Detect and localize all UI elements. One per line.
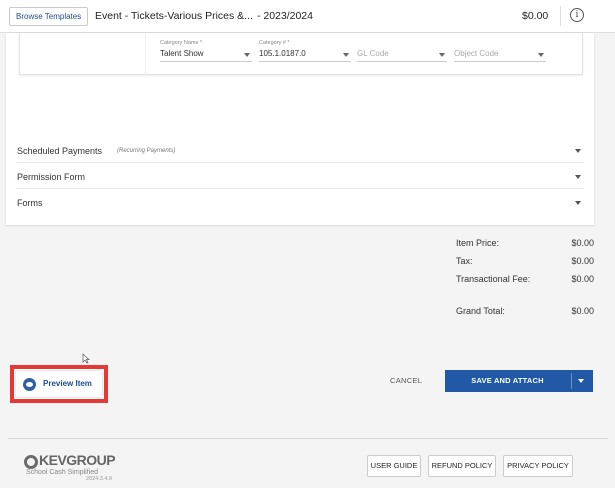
chevron-down-icon[interactable] [578, 379, 584, 383]
logo-tagline: School Cash Simplified [26, 469, 98, 476]
object-code-select[interactable]: Object Code [454, 48, 546, 62]
chevron-down-icon [343, 53, 349, 57]
section-forms[interactable]: Forms [17, 194, 581, 214]
split-divider [571, 373, 572, 389]
chevron-down-icon [575, 149, 581, 153]
grand-total-label: Grand Total: [456, 306, 505, 316]
divider [17, 162, 584, 163]
item-price-label: Item Price: [456, 238, 500, 248]
item-details-card: Category Name * Talent Show Category # *… [6, 33, 594, 225]
chevron-down-icon [575, 201, 581, 205]
preview-highlight-box: Preview Item [10, 365, 108, 403]
gl-code-select[interactable]: GL Code [357, 48, 447, 62]
account-codes-spacer [20, 33, 146, 75]
item-price-value: $0.00 [571, 238, 594, 248]
grand-total-value: $0.00 [571, 306, 594, 316]
tax-label: Tax: [456, 256, 473, 266]
browse-templates-button[interactable]: Browse Templates [9, 7, 89, 26]
category-name-label: Category Name * [160, 40, 203, 46]
save-and-attach-label: SAVE AND ATTACH [471, 376, 544, 385]
refund-policy-link[interactable]: REFUND POLICY [428, 455, 496, 477]
fee-label: Transactional Fee: [456, 274, 531, 284]
chevron-down-icon [439, 53, 445, 57]
fee-value: $0.00 [571, 274, 594, 284]
school-year: - 2023/2024 [256, 10, 313, 22]
mouse-cursor-icon [82, 353, 90, 364]
cursor-arrow-icon [82, 353, 90, 364]
chevron-down-icon [575, 175, 581, 179]
category-number-label: Category # * [259, 40, 290, 46]
app-version: 2024.3.4.9 [86, 476, 112, 482]
preview-item-label: Preview Item [43, 379, 92, 388]
section-title: Scheduled Payments [17, 146, 103, 156]
divider [17, 188, 584, 189]
section-subtitle: (Recurring Payments) [117, 148, 176, 154]
top-header: Browse Templates Event - Tickets-Various… [0, 0, 615, 33]
category-number-value: 105.1.0187.0 [259, 48, 351, 62]
page-title: Event - Tickets-Various Prices &... - 202… [95, 10, 313, 22]
account-codes-panel: Category Name * Talent Show Category # *… [19, 33, 583, 75]
save-and-attach-button[interactable]: SAVE AND ATTACH [445, 370, 593, 392]
header-divider [560, 6, 561, 26]
privacy-policy-link[interactable]: PRIVACY POLICY [503, 455, 573, 477]
logo-brand: KEVGROUP [39, 452, 116, 468]
cancel-button[interactable]: CANCEL [390, 376, 422, 385]
object-code-placeholder: Object Code [454, 48, 546, 62]
category-name-select[interactable]: Category Name * Talent Show [160, 40, 252, 62]
chevron-down-icon [244, 53, 250, 57]
preview-item-button[interactable]: Preview Item [16, 371, 102, 397]
chevron-down-icon [538, 53, 544, 57]
info-icon[interactable]: i [570, 8, 584, 22]
logo-mark-icon [24, 455, 38, 469]
category-number-select[interactable]: Category # * 105.1.0187.0 [259, 40, 351, 62]
section-scheduled-payments[interactable]: Scheduled Payments (Recurring Payments) [17, 142, 581, 162]
section-title: Forms [17, 198, 43, 208]
category-name-value: Talent Show [160, 48, 252, 62]
user-guide-link[interactable]: USER GUIDE [367, 455, 421, 477]
gl-code-placeholder: GL Code [357, 48, 447, 62]
eye-icon [23, 378, 36, 391]
section-permission-form[interactable]: Permission Form [17, 168, 581, 188]
section-title: Permission Form [17, 172, 86, 182]
footer-divider [8, 438, 608, 439]
tax-value: $0.00 [571, 256, 594, 266]
item-title: Event - Tickets-Various Prices &... [95, 10, 253, 22]
header-total: $0.00 [522, 10, 549, 22]
